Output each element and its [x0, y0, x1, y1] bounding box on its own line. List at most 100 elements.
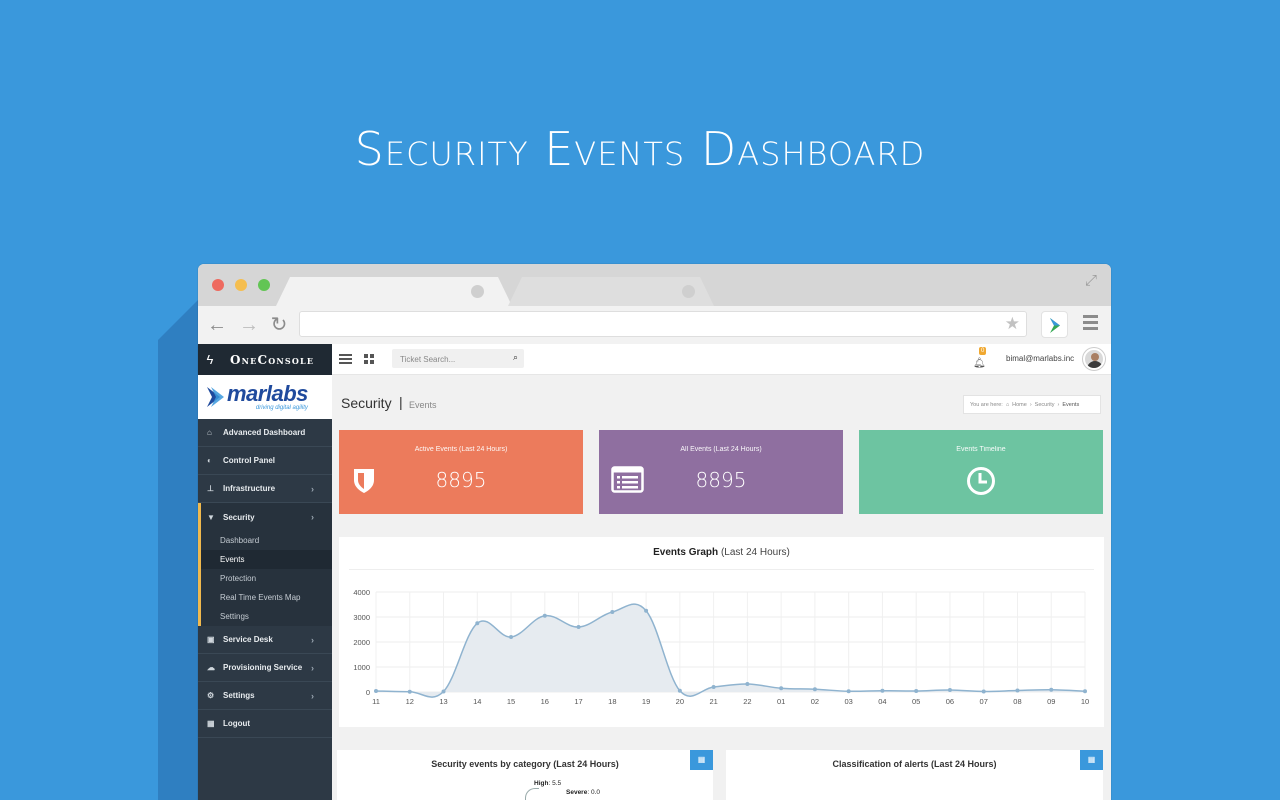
breadcrumb-events: Events	[1062, 401, 1080, 408]
active-events-card[interactable]: Active Events (Last 24 Hours) 8895	[339, 430, 583, 514]
avatar[interactable]	[1083, 348, 1105, 370]
x-tick-label: 15	[507, 697, 515, 706]
ticket-search-input[interactable]	[392, 350, 502, 369]
window-minimize-button[interactable]	[235, 279, 247, 291]
search-icon[interactable]: ⌕	[513, 352, 518, 363]
data-point	[846, 689, 851, 694]
pie-label-name: Severe	[566, 789, 588, 796]
notifications[interactable]: 🔔︎ 0	[973, 347, 987, 369]
grid-icon[interactable]	[364, 354, 374, 364]
back-icon[interactable]: ←	[206, 314, 228, 336]
sidebar-item-provisioning-service[interactable]: ☁ Provisioning Service ›	[198, 654, 332, 682]
pie-label-name: High	[534, 780, 549, 787]
submenu-item-events[interactable]: Events	[201, 550, 332, 569]
tab-close-icon[interactable]	[471, 285, 484, 298]
y-tick-label: 1000	[353, 663, 370, 672]
x-tick-label: 18	[608, 697, 616, 706]
ticket-search: ⌕	[392, 349, 524, 369]
card-label: All Events (Last 24 Hours)	[680, 446, 762, 453]
fullscreen-icon[interactable]: ⤢	[1085, 272, 1103, 290]
browser-tab[interactable]	[508, 277, 714, 306]
sidebar-item-label: Settings	[223, 691, 255, 700]
clock-icon	[967, 467, 995, 495]
home-icon: ⌂	[207, 428, 212, 437]
window-close-button[interactable]	[212, 279, 224, 291]
page-title: Security	[341, 395, 392, 411]
data-point	[542, 613, 547, 618]
submenu-item-real-time-events-map[interactable]: Real Time Events Map	[201, 588, 332, 607]
sidebar-item-infrastructure[interactable]: ⊥ Infrastructure ›	[198, 475, 332, 503]
sidebar-item-service-desk[interactable]: ▣ Service Desk ›	[198, 626, 332, 654]
calendar-button[interactable]: ▦	[1080, 750, 1103, 770]
x-tick-label: 21	[709, 697, 717, 706]
brand-name: OneConsole	[230, 352, 315, 367]
x-tick-label: 01	[777, 697, 785, 706]
browser-tab-bar: ⤢	[198, 264, 1111, 306]
forward-icon[interactable]: →	[238, 314, 260, 336]
data-point	[947, 688, 952, 692]
bookmark-star-icon[interactable]: ★	[1005, 314, 1020, 334]
browser-menu-icon[interactable]	[1083, 315, 1099, 331]
shield-icon	[354, 469, 374, 493]
pie-label-high: High: 5.5	[534, 780, 562, 787]
all-events-card[interactable]: All Events (Last 24 Hours) 8895	[599, 430, 843, 514]
sidebar-item-security[interactable]: ▼ Security ›	[198, 503, 332, 531]
classification-of-alerts-panel: Classification of alerts (Last 24 Hours)…	[726, 750, 1103, 800]
card-value: 8895	[435, 468, 487, 492]
sidebar-item-advanced-dashboard[interactable]: ⌂ Advanced Dashboard	[198, 419, 332, 447]
x-tick-label: 14	[473, 697, 481, 706]
hamburger-icon[interactable]	[339, 354, 352, 366]
submenu-item-protection[interactable]: Protection	[201, 569, 332, 588]
breadcrumb-home[interactable]: Home	[1012, 402, 1027, 408]
submenu-item-dashboard[interactable]: Dashboard	[201, 531, 332, 550]
notification-badge: 0	[979, 347, 987, 355]
shield-icon: ▼	[207, 512, 215, 522]
logo-word: marlabs	[227, 380, 308, 406]
address-bar[interactable]: ★	[299, 311, 1027, 337]
window-maximize-button[interactable]	[258, 279, 270, 291]
hero-title: Security Events Dashboard	[354, 122, 926, 176]
browser-tab-active[interactable]	[276, 277, 512, 306]
top-bar: ⌕ 🔔︎ 0 bimal@marlabs.inc	[332, 344, 1111, 375]
sitemap-icon: ⊥	[207, 484, 214, 493]
data-point	[914, 689, 919, 693]
x-tick-label: 11	[372, 697, 380, 706]
breadcrumb-security[interactable]: Security	[1035, 402, 1055, 408]
bell-icon[interactable]: 🔔︎	[973, 358, 986, 369]
x-tick-label: 05	[912, 697, 920, 706]
events-graph-chart[interactable]: 0 1000 2000 3000 4000 11 12 13 14 15 16 17 18 19 20 21 2…	[339, 577, 1104, 727]
submenu-item-settings[interactable]: Settings	[201, 607, 332, 626]
x-tick-label: 04	[878, 697, 886, 706]
sidebar-item-settings[interactable]: ⚙ Settings ›	[198, 682, 332, 710]
x-tick-label: 13	[439, 697, 447, 706]
data-point	[610, 610, 615, 614]
data-point	[677, 688, 682, 693]
data-point	[509, 635, 514, 639]
y-tick-label: 0	[366, 688, 370, 697]
company-logo[interactable]: marlabs driving digital agility	[198, 375, 332, 419]
app-viewport: ϟ OneConsole marlabs driving digital agi…	[198, 344, 1111, 800]
x-tick-label: 06	[946, 697, 954, 706]
sidebar-item-control-panel[interactable]: ◐ Control Panel	[198, 447, 332, 475]
extension-icon[interactable]	[1041, 311, 1068, 338]
data-point	[745, 682, 750, 686]
data-point	[812, 687, 817, 692]
tab-close-icon[interactable]	[682, 285, 695, 298]
calendar-button[interactable]: ▦	[690, 750, 713, 770]
x-tick-label: 22	[743, 697, 751, 706]
chevron-right-icon: ›	[311, 634, 314, 645]
card-label: Active Events (Last 24 Hours)	[414, 446, 508, 453]
events-timeline-card[interactable]: Events Timeline	[859, 430, 1103, 514]
bolt-icon: ϟ	[206, 352, 214, 367]
sidebar-item-logout[interactable]: ▦ Logout	[198, 710, 332, 738]
y-tick-label: 4000	[353, 588, 370, 597]
security-events-by-category-panel: Security events by category (Last 24 Hou…	[337, 750, 713, 800]
user-email[interactable]: bimal@marlabs.inc	[1006, 354, 1074, 363]
chevron-right-icon: ›	[1057, 401, 1060, 408]
x-tick-label: 10	[1081, 697, 1089, 706]
data-point	[981, 689, 986, 694]
x-tick-label: 08	[1013, 697, 1021, 706]
reload-icon[interactable]: ↻	[268, 314, 290, 336]
chevron-right-icon: ›	[311, 483, 314, 494]
chevron-right-icon: ›	[311, 690, 314, 701]
